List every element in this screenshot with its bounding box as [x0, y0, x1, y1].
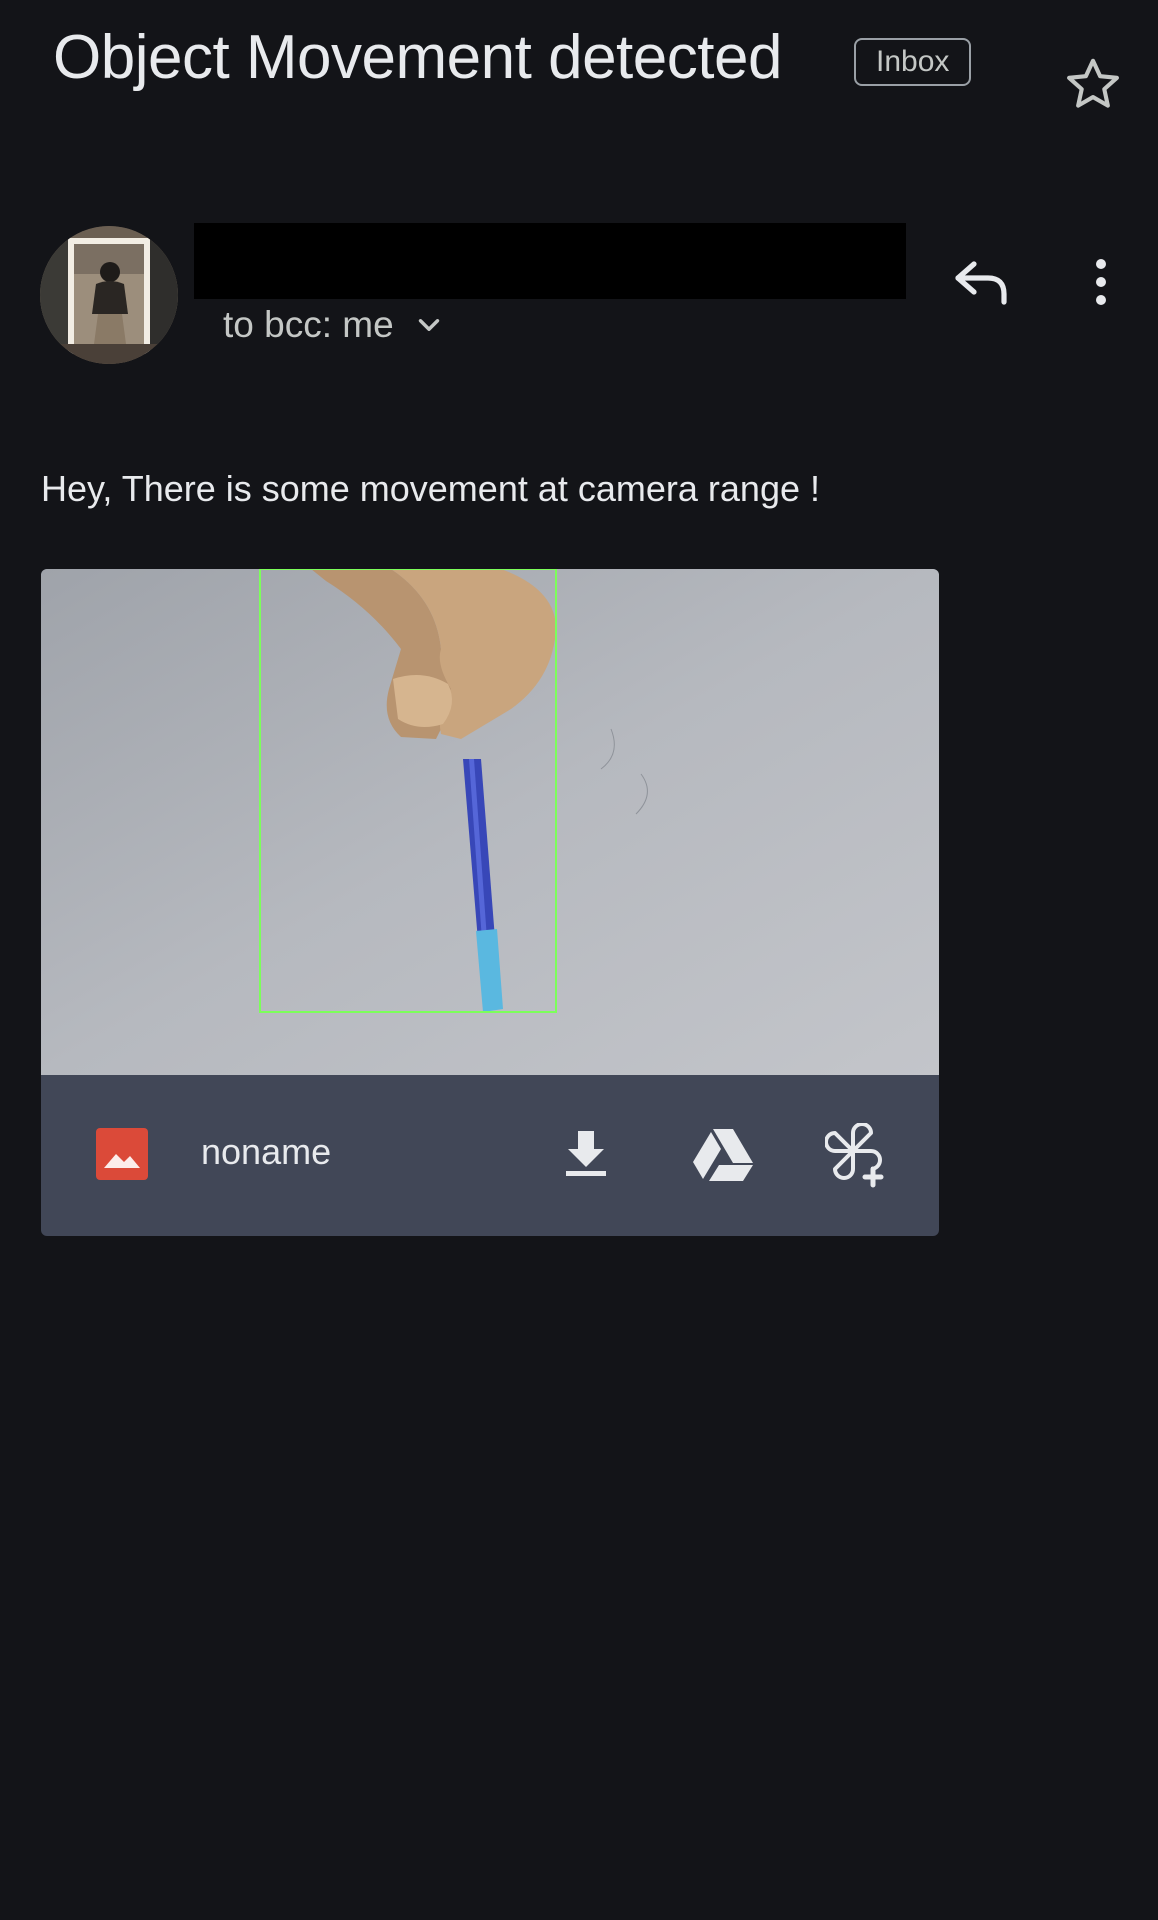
reply-button[interactable] — [952, 256, 1012, 308]
more-vertical-icon — [1096, 259, 1106, 305]
star-outline-icon — [1067, 58, 1119, 108]
google-drive-icon — [693, 1129, 753, 1181]
recipients-line[interactable]: to bcc: me — [223, 304, 446, 346]
sender-name-redacted — [194, 223, 906, 299]
chevron-down-icon — [418, 319, 439, 331]
attachment-image-preview[interactable] — [41, 569, 939, 1075]
add-to-photos-button[interactable] — [825, 1123, 891, 1189]
star-button[interactable] — [1060, 52, 1126, 118]
email-subject: Object Movement detected — [53, 23, 782, 92]
email-view: Object Movement detected Inbox to bcc: m… — [0, 0, 1158, 1920]
attachment-filename: noname — [201, 1131, 332, 1172]
reply-icon — [955, 261, 1007, 305]
more-options-button[interactable] — [1084, 256, 1118, 308]
expand-details-button[interactable] — [412, 308, 446, 342]
google-photos-add-icon — [825, 1123, 884, 1188]
save-to-drive-button[interactable] — [691, 1127, 755, 1183]
download-button[interactable] — [560, 1127, 612, 1179]
attachment-action-bar: noname — [41, 1075, 939, 1236]
inbox-label-chip[interactable]: Inbox — [854, 38, 972, 86]
image-file-icon — [96, 1128, 148, 1180]
sender-avatar[interactable] — [40, 226, 178, 364]
attachment-card[interactable]: noname — [41, 569, 939, 1236]
email-body-text: Hey, There is some movement at camera ra… — [41, 468, 820, 509]
recipients-text: to bcc: me — [223, 304, 394, 345]
download-icon — [566, 1131, 606, 1176]
